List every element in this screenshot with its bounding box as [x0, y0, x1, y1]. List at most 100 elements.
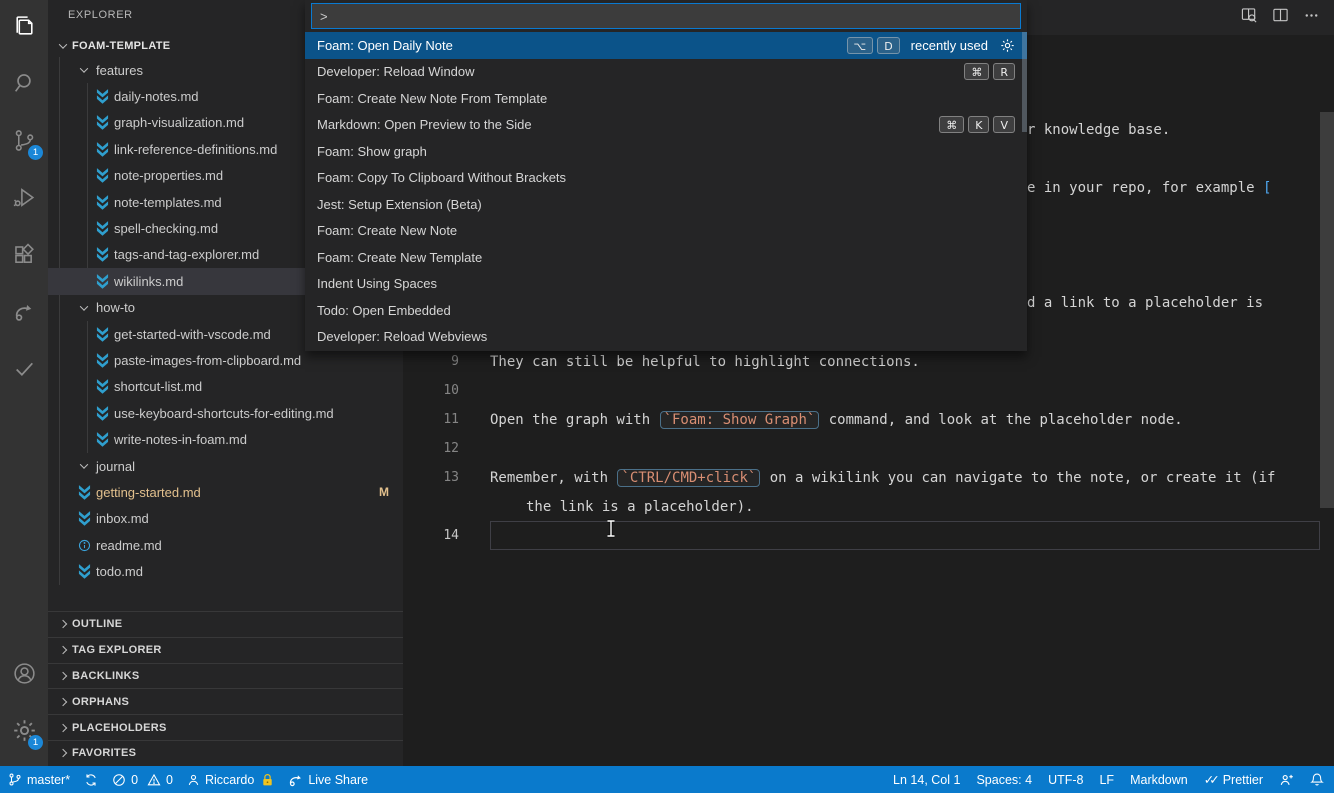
editor-scrollbar[interactable]: [1320, 112, 1334, 508]
eol-status[interactable]: LF: [1099, 773, 1114, 787]
markdown-file-icon: [93, 379, 111, 395]
command-item[interactable]: Markdown: Open Preview to the Side ⌘ K V: [305, 112, 1027, 139]
language-status[interactable]: Markdown: [1130, 773, 1188, 787]
folder-chevron-icon: [75, 458, 93, 474]
keybinding-key: K: [968, 116, 990, 134]
command-item[interactable]: Foam: Create New Template: [305, 244, 1027, 271]
panel-header[interactable]: BACKLINKS: [48, 662, 403, 689]
formatter-status[interactable]: ✓✓ Prettier: [1204, 772, 1263, 787]
explorer-icon[interactable]: [0, 0, 48, 52]
activity-bar: 1 1: [0, 0, 48, 766]
person-icon: [188, 774, 199, 785]
chevron-right-icon: [54, 616, 72, 632]
extensions-icon[interactable]: [0, 228, 48, 280]
editor-line[interactable]: 14: [403, 521, 1334, 550]
tree-item[interactable]: inbox.md: [48, 506, 403, 532]
markdown-file-icon: [93, 326, 111, 342]
chevron-down-icon: [54, 38, 72, 54]
command-item[interactable]: Jest: Setup Extension (Beta): [305, 191, 1027, 218]
chevron-right-icon: [54, 668, 72, 684]
editor-line[interactable]: the link is a placeholder).: [403, 492, 1334, 521]
settings-gear-icon[interactable]: 1: [0, 704, 48, 756]
file-name: wikilinks.md: [114, 273, 184, 289]
markdown-file-icon: [93, 221, 111, 237]
notifications-bell-icon[interactable]: [1310, 772, 1324, 787]
source-control-icon[interactable]: 1: [0, 114, 48, 166]
command-item[interactable]: Foam: Create New Note From Template: [305, 85, 1027, 112]
markdown-file-icon: [93, 89, 111, 105]
editor-partial-line: r knowledge base.: [1027, 122, 1171, 138]
run-debug-icon[interactable]: [0, 171, 48, 223]
search-icon[interactable]: [0, 57, 48, 109]
tree-item[interactable]: use-keyboard-shortcuts-for-editing.md: [48, 400, 403, 426]
tree-item[interactable]: readme.md: [48, 532, 403, 558]
tree-item[interactable]: journal: [48, 453, 403, 479]
command-item[interactable]: Developer: Reload Window ⌘ R: [305, 59, 1027, 86]
code-text: on a wikilink you can navigate to the no…: [761, 469, 1276, 486]
file-name: note-templates.md: [114, 194, 222, 210]
command-item[interactable]: Todo: Open Embedded: [305, 297, 1027, 324]
editor-line[interactable]: 12: [403, 434, 1334, 463]
cursor-position-status[interactable]: Ln 14, Col 1: [893, 773, 960, 787]
double-check-icon: ✓✓: [1203, 772, 1220, 787]
file-name: how-to: [96, 300, 136, 316]
problems-status[interactable]: 0 0: [112, 773, 173, 787]
test-check-icon[interactable]: [0, 342, 48, 394]
tree-item[interactable]: getting-started.md M: [48, 479, 403, 505]
configure-keybinding-icon[interactable]: [1000, 38, 1015, 53]
command-item[interactable]: Foam: Create New Note: [305, 218, 1027, 245]
lock-icon: [263, 773, 273, 785]
line-number: 11: [443, 412, 459, 427]
encoding-status[interactable]: UTF-8: [1048, 773, 1083, 787]
user-status[interactable]: Riccardo: [187, 773, 274, 787]
panel-header[interactable]: FAVORITES: [48, 739, 403, 766]
tree-item[interactable]: todo.md: [48, 558, 403, 584]
code-text: command, and look at the placeholder nod…: [820, 411, 1183, 428]
command-label: Foam: Open Daily Note: [317, 37, 453, 53]
panel-header[interactable]: PLACEHOLDERS: [48, 714, 403, 740]
account-icon[interactable]: [0, 647, 48, 699]
folder-chevron-icon: [75, 300, 93, 316]
file-name: journal: [96, 458, 136, 474]
command-item[interactable]: Foam: Copy To Clipboard Without Brackets: [305, 165, 1027, 192]
sync-status[interactable]: [84, 773, 98, 787]
command-label: Markdown: Open Preview to the Side: [317, 117, 532, 133]
command-item[interactable]: Foam: Open Daily Note ⌥ D recently used: [305, 32, 1027, 59]
line-number: 13: [443, 470, 459, 485]
info-icon: [75, 537, 93, 553]
tree-item[interactable]: write-notes-in-foam.md: [48, 426, 403, 452]
branch-icon: [9, 773, 21, 786]
editor-line[interactable]: 13 Remember, with `CTRL/CMD+click` on a …: [403, 463, 1334, 492]
panel-header[interactable]: TAG EXPLORER: [48, 636, 403, 663]
tree-item[interactable]: paste-images-from-clipboard.md: [48, 347, 403, 373]
panel-header[interactable]: OUTLINE: [48, 611, 403, 637]
command-input[interactable]: >: [311, 3, 1021, 29]
markdown-file-icon: [93, 405, 111, 421]
file-name: tags-and-tag-explorer.md: [114, 247, 260, 263]
file-name: inbox.md: [96, 511, 149, 527]
markdown-file-icon: [93, 432, 111, 448]
tree-item[interactable]: shortcut-list.md: [48, 374, 403, 400]
chevron-right-icon: [54, 642, 72, 658]
editor-line[interactable]: 9 They can still be helpful to highlight…: [403, 347, 1334, 376]
git-branch-status[interactable]: master*: [8, 772, 70, 787]
command-list: Foam: Open Daily Note ⌥ D recently used D…: [305, 32, 1027, 350]
live-share-icon[interactable]: [0, 285, 48, 337]
more-actions-icon[interactable]: [1303, 7, 1320, 29]
mouse-ibeam-cursor: [605, 519, 617, 543]
live-share-status[interactable]: Live Share: [288, 772, 368, 787]
palette-scrollbar[interactable]: [1022, 32, 1027, 132]
file-name: getting-started.md: [96, 484, 201, 500]
editor-line[interactable]: 11 Open the graph with `Foam: Show Graph…: [403, 405, 1334, 434]
command-item[interactable]: Foam: Show graph: [305, 138, 1027, 165]
open-preview-icon[interactable]: [1241, 7, 1258, 29]
activity-bar-spacer: [0, 399, 48, 647]
panel-header[interactable]: ORPHANS: [48, 688, 403, 714]
split-editor-icon[interactable]: [1272, 7, 1289, 29]
command-item[interactable]: Indent Using Spaces: [305, 271, 1027, 298]
editor-line[interactable]: 10: [403, 376, 1334, 405]
sidebar-panels: OUTLINE TAG EXPLORER BACKLINKS ORPHANS P…: [48, 611, 403, 766]
feedback-icon[interactable]: [1279, 773, 1294, 787]
indentation-status[interactable]: Spaces: 4: [976, 773, 1032, 787]
command-item[interactable]: Developer: Reload Webviews: [305, 324, 1027, 351]
